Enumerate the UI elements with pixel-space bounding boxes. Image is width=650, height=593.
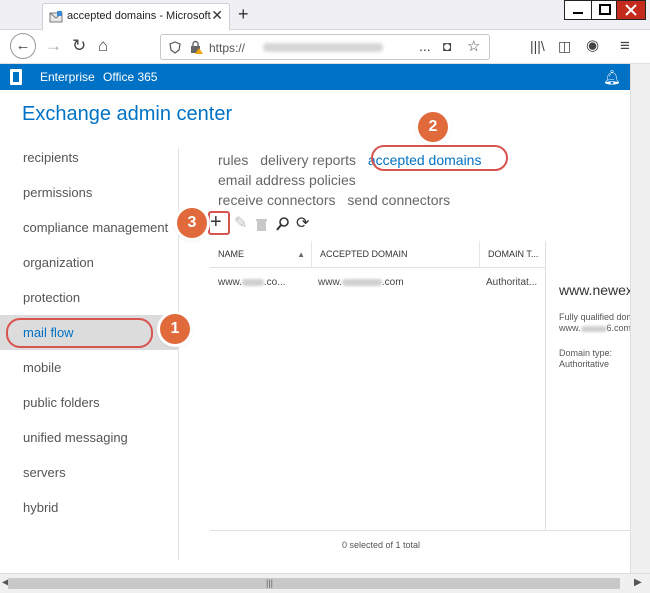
sidebar-divider xyxy=(178,148,179,560)
column-domain-type[interactable]: DOMAIN T... xyxy=(480,241,546,268)
nav-servers[interactable]: servers xyxy=(0,455,178,490)
nav-recipients[interactable]: recipients xyxy=(0,140,178,175)
office365-link[interactable]: Office 365 xyxy=(103,70,157,84)
url-text: https:// xyxy=(209,41,246,55)
page-actions-icon[interactable]: ... xyxy=(419,38,431,54)
close-tab-icon[interactable]: ✕ xyxy=(211,7,223,24)
callout-ring-add xyxy=(208,211,230,235)
url-bar[interactable]: https:// ... ◘ ☆ xyxy=(160,34,490,60)
tab-send-connectors[interactable]: send connectors xyxy=(347,192,450,208)
menu-icon[interactable]: ≡ xyxy=(620,36,630,56)
column-accepted-domain[interactable]: ACCEPTED DOMAIN xyxy=(312,241,480,268)
enterprise-link[interactable]: Enterprise xyxy=(40,70,95,84)
minimize-button[interactable] xyxy=(564,0,592,20)
nav-mobile[interactable]: mobile xyxy=(0,350,178,385)
callout-ring-accepted-domains xyxy=(371,145,508,171)
tab-rules[interactable]: rules xyxy=(218,152,248,168)
back-icon[interactable]: ← xyxy=(10,33,36,59)
cell-accepted-domain: www. .com xyxy=(318,277,404,288)
tab-title: accepted domains - Microsoft xyxy=(67,10,211,22)
redacted-text xyxy=(241,278,264,286)
o365-header: Enterprise Office 365 🔔︎ xyxy=(0,64,630,90)
vertical-scrollbar[interactable] xyxy=(630,64,650,573)
details-divider xyxy=(545,241,546,531)
lock-warning-icon xyxy=(191,40,203,54)
close-icon xyxy=(625,4,637,16)
scroll-grip-icon: ||| xyxy=(266,578,274,588)
account-icon[interactable]: ◉ xyxy=(586,36,599,56)
home-icon[interactable]: ⌂ xyxy=(98,36,108,56)
tab-receive-connectors[interactable]: receive connectors xyxy=(218,192,336,208)
pocket-icon[interactable]: ◘ xyxy=(443,38,451,54)
column-name[interactable]: NAME ▲ xyxy=(210,241,312,268)
minimize-icon xyxy=(573,12,583,14)
sidebar-toggle-icon[interactable]: ◫ xyxy=(558,36,571,56)
details-title: www.newex16 xyxy=(559,282,639,298)
browser-tab[interactable]: accepted domains - Microsoft ✕ xyxy=(42,3,230,30)
redacted-text xyxy=(341,278,382,286)
search-icon[interactable] xyxy=(276,217,289,231)
edit-icon[interactable]: ✎ xyxy=(234,214,247,234)
nav-organization[interactable]: organization xyxy=(0,245,178,280)
table-row[interactable]: www. .co... www. .com Authoritat... xyxy=(210,268,545,298)
refresh-icon[interactable]: ⟳ xyxy=(296,214,309,234)
details-pane: www.newex16 Fully qualified domain www.6… xyxy=(559,282,639,370)
browser-navbar: ← → ↻ ⌂ https:// ... ◘ ☆ |||\ ◫ ◉ ≡ xyxy=(0,30,650,64)
step-badge-2: 2 xyxy=(418,112,448,142)
column-name-label: NAME xyxy=(218,249,245,259)
sort-ascending-icon: ▲ xyxy=(297,250,305,259)
toolbar: + ✎ ⟳ xyxy=(210,212,410,236)
cell-name: www. .co... xyxy=(218,277,286,288)
shield-icon xyxy=(169,41,181,54)
delete-icon[interactable] xyxy=(256,218,267,231)
tab-email-address-policies[interactable]: email address policies xyxy=(218,172,356,188)
selection-status: 0 selected of 1 total xyxy=(342,540,421,550)
url-redacted xyxy=(263,43,383,52)
redacted-text xyxy=(580,325,607,332)
domain-type-label: Domain type: xyxy=(559,348,613,358)
fqdn-value: www. 6.com xyxy=(559,323,632,333)
reload-icon[interactable]: ↻ xyxy=(72,36,86,56)
nav-unified-messaging[interactable]: unified messaging xyxy=(0,420,178,455)
callout-ring-mail-flow xyxy=(6,318,153,348)
grid-header: NAME ▲ ACCEPTED DOMAIN DOMAIN T... xyxy=(210,241,546,268)
nav-protection[interactable]: protection xyxy=(0,280,178,315)
scroll-right-icon[interactable]: ▶ xyxy=(634,577,642,588)
nav-hybrid[interactable]: hybrid xyxy=(0,490,178,525)
new-tab-icon[interactable]: + xyxy=(238,4,249,25)
cell-domain-type: Authoritat... xyxy=(486,277,538,288)
fqdn-label: Fully qualified domain xyxy=(559,312,639,322)
nav-compliance-management[interactable]: compliance management xyxy=(0,210,178,245)
horizontal-scrollbar[interactable]: ◀ ||| ▶ xyxy=(0,573,650,593)
maximize-icon xyxy=(599,4,611,15)
office-logo-icon[interactable] xyxy=(10,69,22,85)
maximize-button[interactable] xyxy=(591,0,619,20)
page-title: Exchange admin center xyxy=(22,103,233,125)
domain-type-value: Authoritative xyxy=(559,359,610,369)
envelope-icon xyxy=(49,11,63,23)
bookmark-star-icon[interactable]: ☆ xyxy=(467,37,480,55)
bell-icon[interactable]: 🔔︎ xyxy=(603,69,621,86)
step-badge-3: 3 xyxy=(177,208,207,238)
scrollbar-thumb[interactable]: ||| xyxy=(8,578,620,589)
nav-permissions[interactable]: permissions xyxy=(0,175,178,210)
forward-icon[interactable]: → xyxy=(45,36,62,56)
close-window-button[interactable] xyxy=(616,0,646,20)
step-badge-1: 1 xyxy=(160,314,190,344)
nav-public-folders[interactable]: public folders xyxy=(0,385,178,420)
tab-delivery-reports[interactable]: delivery reports xyxy=(260,152,356,168)
library-icon[interactable]: |||\ xyxy=(530,36,545,56)
browser-titlebar: accepted domains - Microsoft ✕ + xyxy=(0,0,650,30)
